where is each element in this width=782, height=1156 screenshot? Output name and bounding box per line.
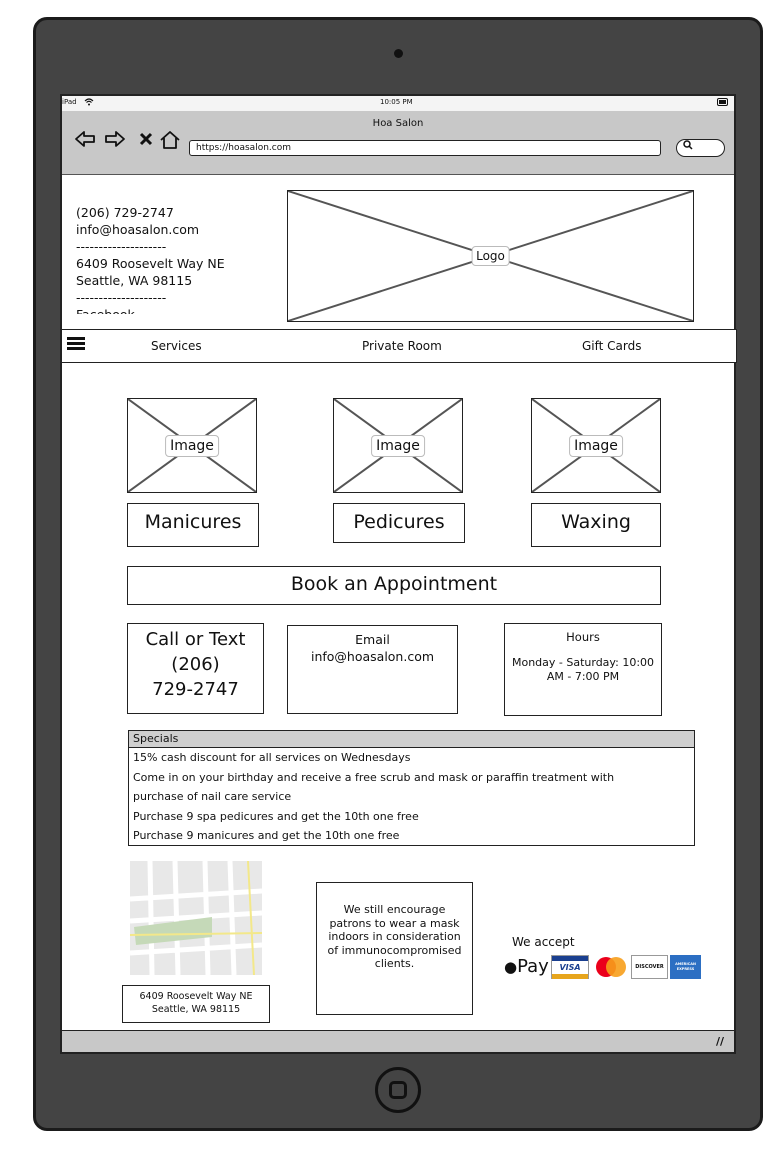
mask-notice: We still encourage patrons to wear a mas…: [316, 882, 473, 1015]
specials-header: Specials: [129, 731, 694, 748]
image-label: Image: [165, 434, 219, 457]
contact-phone[interactable]: (206) 729-2747: [76, 204, 281, 221]
nav-item-gift-cards[interactable]: Gift Cards: [582, 339, 642, 353]
mastercard-icon: [593, 955, 629, 979]
clock: 10:05 PM: [380, 98, 413, 106]
apple-pay-label: Pay: [517, 956, 549, 977]
location-map[interactable]: [130, 861, 262, 975]
forward-arrow-icon[interactable]: [103, 130, 127, 153]
address-line-1: 6409 Roosevelt Way NE: [76, 256, 225, 271]
specials-row: Purchase 9 manicures and get the 10th on…: [133, 829, 400, 842]
specials-row: 15% cash discount for all services on We…: [133, 751, 411, 764]
close-icon[interactable]: [134, 130, 158, 153]
email-card[interactable]: Email info@hoasalon.com: [287, 625, 458, 714]
specials-row: purchase of nail care service: [133, 790, 292, 803]
window-title: Hoa Salon: [372, 118, 424, 129]
image-label: Image: [569, 434, 623, 457]
search-box[interactable]: [676, 139, 725, 157]
email-value: info@hoasalon.com: [310, 649, 435, 664]
pedicures-image: Image: [333, 398, 463, 493]
device-label: iPad: [62, 98, 77, 106]
contact-email[interactable]: info@hoasalon.com: [76, 221, 281, 238]
accept-label: We accept: [512, 935, 575, 949]
separator: --------------------: [76, 239, 167, 254]
amex-icon: AMERICAN EXPRESS: [670, 955, 701, 979]
call-title: Call or Text: [145, 629, 246, 650]
call-card[interactable]: Call or Text (206) 729-2747: [127, 623, 264, 714]
hours-card: Hours Monday - Saturday: 10:00 AM - 7:00…: [504, 623, 662, 716]
home-button-icon: [389, 1081, 407, 1099]
home-icon[interactable]: [158, 130, 182, 155]
book-appointment-button[interactable]: Book an Appointment: [127, 566, 661, 605]
manicures-image: Image: [127, 398, 257, 493]
specials-table: Specials 15% cash discount for all servi…: [128, 730, 695, 846]
back-arrow-icon[interactable]: [73, 130, 97, 153]
logo-label: Logo: [471, 246, 510, 266]
specials-row: Purchase 9 spa pedicures and get the 10t…: [133, 809, 419, 823]
image-label: Image: [371, 434, 425, 457]
discover-icon: DISCOVER: [631, 955, 668, 979]
address-line-2: Seattle, WA 98115: [151, 1004, 241, 1015]
call-number: 729-2747: [152, 679, 239, 700]
waxing-image: Image: [531, 398, 661, 493]
nav-bar: Services Private Room Gift Cards: [61, 329, 737, 363]
hamburger-menu-icon[interactable]: [67, 337, 85, 350]
battery-icon: [717, 98, 729, 108]
url-bar[interactable]: https://hoasalon.com: [189, 140, 661, 156]
status-bar: iPad 10:05 PM: [62, 96, 734, 111]
email-title: Email: [355, 632, 390, 647]
facebook-link[interactable]: Facebook: [76, 306, 281, 314]
address-line-1: 6409 Roosevelt Way NE: [139, 991, 253, 1002]
hours-title: Hours: [566, 630, 600, 644]
waxing-button[interactable]: Waxing: [531, 503, 661, 547]
browser-status-bar: [62, 1030, 734, 1052]
separator: --------------------: [76, 290, 167, 305]
logo-placeholder[interactable]: Logo: [287, 190, 694, 322]
manicures-button[interactable]: Manicures: [127, 503, 259, 547]
footer-address: 6409 Roosevelt Way NE Seattle, WA 98115: [122, 985, 270, 1023]
resize-handle-icon[interactable]: //: [716, 1035, 724, 1048]
search-icon: [683, 140, 693, 153]
call-number: (206): [171, 654, 220, 675]
visa-icon: VISA: [551, 955, 589, 979]
wifi-icon: [84, 98, 94, 108]
camera-icon: [394, 49, 403, 58]
nav-item-services[interactable]: Services: [151, 339, 202, 353]
hours-line: Monday - Saturday: 10:00: [511, 656, 655, 669]
pedicures-button[interactable]: Pedicures: [333, 503, 465, 543]
specials-row: Come in on your birthday and receive a f…: [133, 770, 615, 784]
hours-line: AM - 7:00 PM: [546, 670, 620, 683]
contact-info: (206) 729-2747 info@hoasalon.com -------…: [76, 204, 281, 314]
visa-label: VISA: [559, 963, 581, 972]
nav-item-private-room[interactable]: Private Room: [362, 339, 442, 353]
address-line-2: Seattle, WA 98115: [76, 273, 193, 288]
apple-pay-icon: ●Pay: [504, 956, 549, 977]
